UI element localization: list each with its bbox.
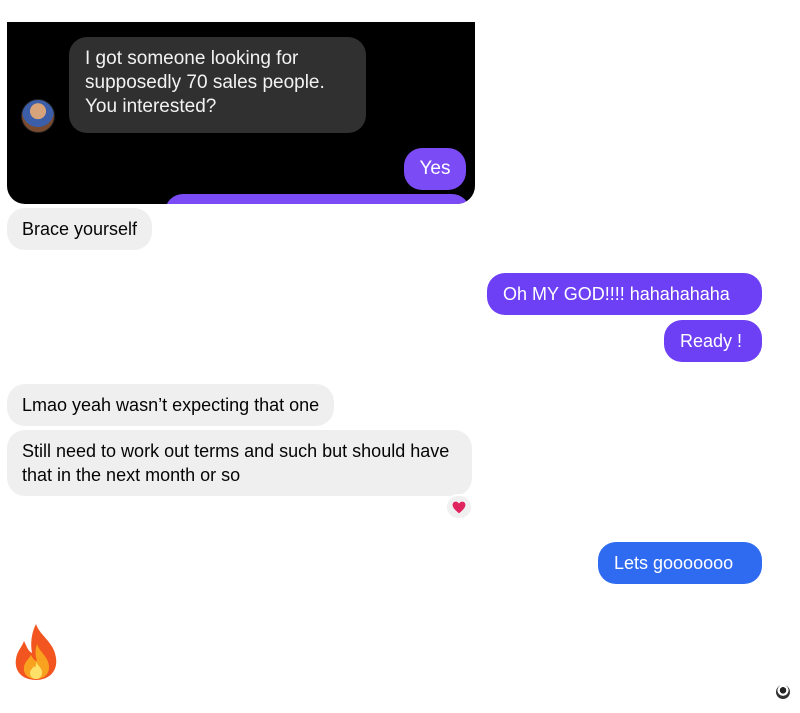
message-incoming[interactable]: Still need to work out terms and such bu…: [7, 430, 472, 496]
message-outgoing[interactable]: Lets gooooooo: [598, 542, 762, 584]
fire-icon[interactable]: [10, 622, 62, 682]
quoted-partial-bubble: [165, 194, 470, 204]
message-incoming[interactable]: Brace yourself: [7, 208, 153, 250]
quoted-screenshot: I got someone looking for supposedly 70 …: [7, 22, 475, 204]
avatar[interactable]: [21, 99, 55, 133]
seen-avatar: [776, 685, 790, 699]
message-outgoing[interactable]: Oh MY GOD!!!! hahahahaha: [487, 273, 762, 315]
message-reaction[interactable]: [445, 494, 473, 520]
message-outgoing[interactable]: Ready !: [664, 320, 762, 362]
quoted-outgoing-message: Yes: [404, 148, 466, 190]
heart-icon: [452, 501, 466, 513]
quoted-incoming-message: I got someone looking for supposedly 70 …: [69, 37, 366, 133]
message-incoming[interactable]: Lmao yeah wasn’t expecting that one: [7, 384, 335, 426]
